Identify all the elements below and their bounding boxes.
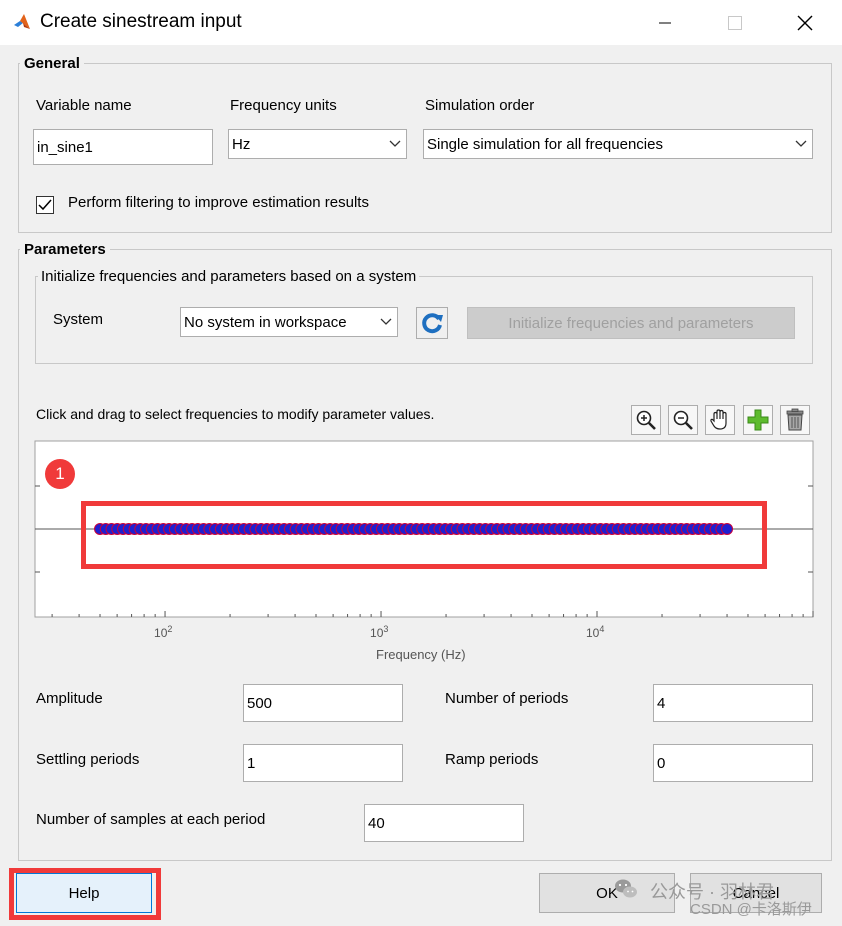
x-tick-labels: 102 103 104	[0, 622, 842, 642]
zoom-in-icon	[636, 410, 656, 430]
filtering-checkbox[interactable]	[36, 196, 54, 214]
initialize-subgroup-label: Initialize frequencies and parameters ba…	[38, 268, 420, 285]
plot-hint-text: Click and drag to select frequencies to …	[36, 406, 435, 422]
number-of-periods-label: Number of periods	[445, 690, 569, 707]
matlab-app-icon	[12, 12, 32, 32]
parameters-group-label: Parameters	[20, 241, 110, 258]
refresh-button[interactable]	[416, 307, 448, 339]
chevron-down-icon	[375, 308, 397, 336]
x-axis-label: Frequency (Hz)	[376, 647, 466, 662]
simulation-order-select[interactable]: Single simulation for all frequencies	[423, 129, 813, 159]
amplitude-value: 500	[247, 694, 273, 712]
chevron-down-icon	[790, 130, 812, 158]
maximize-icon	[728, 16, 742, 30]
settling-periods-label: Settling periods	[36, 751, 140, 768]
system-select[interactable]: No system in workspace	[180, 307, 398, 337]
add-plus-icon	[747, 409, 769, 431]
minimize-button[interactable]	[645, 8, 685, 38]
annotation-badge: 1	[45, 459, 75, 489]
refresh-icon	[422, 313, 443, 334]
settling-periods-input[interactable]: 1	[243, 744, 403, 782]
trash-icon	[786, 408, 804, 431]
amplitude-label: Amplitude	[36, 690, 103, 707]
settling-periods-value: 1	[247, 754, 256, 772]
frequency-units-select[interactable]: Hz	[228, 129, 407, 159]
samples-per-period-input[interactable]: 40	[364, 804, 524, 842]
ramp-periods-input[interactable]: 0	[653, 744, 813, 782]
system-label: System	[53, 311, 104, 328]
number-of-periods-input[interactable]: 4	[653, 684, 813, 722]
amplitude-input[interactable]: 500	[243, 684, 403, 722]
title-bar: Create sinestream input	[0, 0, 842, 45]
zoom-out-icon	[673, 410, 693, 430]
watermark-line2: CSDN @卡洛斯伊	[690, 901, 812, 918]
checkmark-icon	[38, 199, 52, 211]
frequency-units-value: Hz	[232, 135, 251, 153]
maximize-button	[715, 8, 755, 38]
initialize-frequencies-button: Initialize frequencies and parameters	[467, 307, 795, 339]
system-value: No system in workspace	[184, 313, 347, 331]
ramp-periods-label: Ramp periods	[445, 751, 539, 768]
x-tick-label: 103	[370, 624, 389, 640]
minimize-icon	[659, 22, 671, 24]
chevron-down-icon	[384, 130, 406, 158]
simulation-order-label: Simulation order	[425, 97, 535, 114]
x-tick-label: 102	[154, 624, 173, 640]
frequency-units-label: Frequency units	[230, 97, 337, 114]
variable-name-input[interactable]: in_sine1	[33, 129, 213, 165]
close-button[interactable]	[785, 8, 825, 38]
variable-name-label: Variable name	[36, 97, 132, 114]
simulation-order-value: Single simulation for all frequencies	[427, 135, 663, 153]
window-title: Create sinestream input	[40, 11, 242, 32]
variable-name-value: in_sine1	[37, 138, 93, 156]
annotation-highlight-frame	[81, 501, 767, 569]
close-icon	[797, 15, 813, 31]
pan-hand-icon	[710, 409, 727, 430]
samples-per-period-value: 40	[368, 814, 385, 832]
filtering-label[interactable]: Perform filtering to improve estimation …	[68, 194, 369, 211]
number-of-periods-value: 4	[657, 694, 666, 712]
samples-per-period-label: Number of samples at each period	[36, 811, 266, 828]
general-group-label: General	[20, 55, 84, 72]
wechat-logo-icon	[614, 878, 638, 902]
help-highlight-frame	[9, 868, 161, 920]
x-tick-label: 104	[586, 624, 605, 640]
ramp-periods-value: 0	[657, 754, 666, 772]
